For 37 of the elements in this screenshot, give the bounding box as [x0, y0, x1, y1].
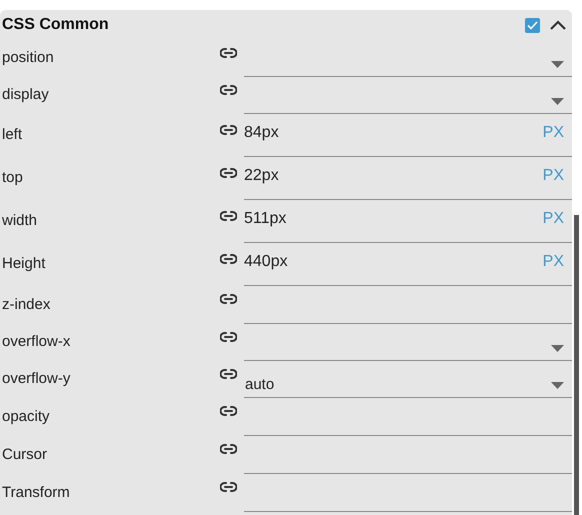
link-icon[interactable]: [220, 406, 237, 416]
link-icon[interactable]: [220, 210, 237, 220]
checkbox[interactable]: [525, 18, 540, 32]
property-label: opacity: [1, 406, 51, 427]
property-label: position: [1, 48, 55, 68]
property-label: overflow-x: [1, 332, 72, 352]
property-label: overflow-y: [1, 369, 72, 390]
link-icon[interactable]: [220, 368, 237, 378]
property-label: Height: [1, 254, 46, 274]
link-icon[interactable]: [220, 48, 237, 58]
link-icon[interactable]: [220, 124, 237, 134]
link-icon[interactable]: [220, 168, 237, 178]
input-field[interactable]: 511px: [244, 207, 543, 235]
chevron-up-icon[interactable]: [550, 20, 566, 30]
property-label: display: [1, 85, 50, 106]
property-label: top: [1, 168, 24, 188]
link-icon[interactable]: [220, 254, 237, 264]
property-label: left: [1, 125, 24, 146]
property-label: z-index: [1, 294, 52, 315]
dropdown-caret-icon: [551, 98, 564, 104]
input-field[interactable]: 440px: [244, 250, 543, 278]
link-icon[interactable]: [220, 294, 237, 304]
link-icon[interactable]: [220, 444, 237, 454]
dropdown-caret-icon: [551, 60, 564, 68]
scrollbar-thumb[interactable]: [574, 215, 579, 515]
link-icon[interactable]: [220, 332, 237, 342]
link-icon[interactable]: [220, 482, 237, 492]
dropdown-caret-icon: [551, 382, 564, 388]
panel-title: CSS Common: [1, 15, 110, 35]
property-label: Cursor: [1, 444, 48, 465]
input-field[interactable]: 22px: [244, 164, 543, 192]
dropdown-caret-icon: [551, 344, 564, 352]
property-label: width: [1, 211, 38, 232]
property-label: Transform: [1, 482, 71, 503]
input-field[interactable]: 84px: [244, 121, 543, 149]
link-icon[interactable]: [220, 84, 237, 94]
dropdown[interactable]: auto: [244, 361, 572, 397]
